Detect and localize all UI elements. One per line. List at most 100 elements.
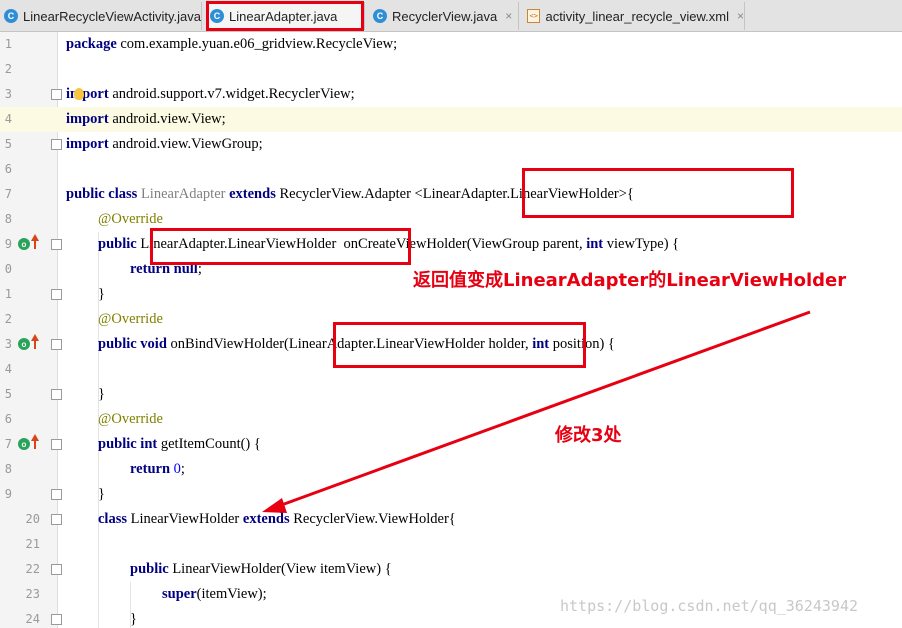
tab-activity-linear-recycle-view-xml[interactable]: <> activity_linear_recycle_view.xml ×: [523, 2, 745, 30]
code-line: 5 }: [0, 382, 902, 407]
tab-label: RecyclerView.java: [392, 8, 498, 24]
code-text: public class LinearAdapter extends Recyc…: [66, 182, 634, 207]
class-file-icon: C: [210, 9, 224, 23]
line-number: 5: [4, 137, 12, 151]
code-line: 21: [0, 532, 902, 557]
keyword: public int: [98, 436, 158, 452]
code-text: import android.view.ViewGroup;: [66, 132, 263, 157]
fold-toggle-icon[interactable]: [51, 489, 62, 500]
code-token: android.view.ViewGroup;: [108, 136, 263, 152]
code-text: }: [130, 611, 137, 627]
code-text: @Override: [98, 307, 163, 332]
keyword: public class: [66, 186, 138, 202]
tab-label: LinearAdapter.java: [229, 8, 338, 24]
code-token: android.support.v7.widget.RecyclerView;: [108, 86, 355, 102]
class-name: LinearAdapter: [137, 186, 230, 202]
keyword: extends: [229, 186, 276, 202]
tab-recycler-view[interactable]: C RecyclerView.java ×: [369, 2, 519, 30]
fold-toggle-icon[interactable]: [51, 389, 62, 400]
current-code-line: 4 import android.view.View;: [0, 107, 902, 132]
line-number: 23: [25, 587, 40, 601]
keyword: return null: [130, 261, 198, 277]
code-line: 9 }: [0, 482, 902, 507]
class-file-icon: C: [373, 9, 387, 23]
fold-toggle-icon[interactable]: [51, 139, 62, 150]
line-number: 4: [4, 362, 12, 376]
code-line: 4: [0, 357, 902, 382]
code-text: public LinearAdapter.LinearViewHolder on…: [98, 232, 679, 257]
keyword: package: [66, 36, 117, 52]
implements-method-icon[interactable]: o: [18, 238, 30, 250]
line-number: 6: [4, 412, 12, 426]
annotation-token: @Override: [98, 311, 163, 327]
class-file-icon: C: [4, 9, 18, 23]
code-line: 7 public class LinearAdapter extends Rec…: [0, 182, 902, 207]
line-number: 4: [4, 112, 12, 126]
keyword: extends: [242, 511, 290, 527]
override-arrow-stem: [34, 441, 36, 449]
close-icon[interactable]: ×: [737, 9, 744, 23]
tab-label: activity_linear_recycle_view.xml: [545, 8, 729, 24]
fold-toggle-icon[interactable]: [51, 564, 62, 575]
fold-toggle-icon[interactable]: [51, 514, 62, 525]
code-token: ;: [197, 261, 202, 277]
code-line: 8 @Override: [0, 207, 902, 232]
watermark: https://blog.csdn.net/qq_36243942: [560, 597, 859, 615]
line-number: 0: [4, 262, 12, 276]
keyword: public void: [98, 336, 167, 352]
tab-label: LinearRecycleViewActivity.java: [23, 8, 201, 24]
code-text: return 0;: [130, 457, 185, 482]
code-text: package com.example.yuan.e06_gridview.Re…: [66, 32, 397, 57]
code-line: 2 @Override: [0, 307, 902, 332]
line-number: 3: [4, 87, 12, 101]
editor-tab-bar: C LinearRecycleViewActivity.java C Linea…: [0, 0, 902, 32]
code-line: 3 import android.support.v7.widget.Recyc…: [0, 82, 902, 107]
close-icon[interactable]: ×: [505, 9, 512, 23]
code-token: LinearViewHolder: [127, 511, 243, 527]
code-line: 5 import android.view.ViewGroup;: [0, 132, 902, 157]
fold-toggle-icon[interactable]: [51, 339, 62, 350]
line-number: 1: [4, 287, 12, 301]
code-line: 6: [0, 157, 902, 182]
code-text: public LinearViewHolder(View itemView) {: [130, 557, 392, 582]
code-text: import android.view.View;: [66, 107, 226, 132]
line-number: 2: [4, 62, 12, 76]
lightbulb-icon[interactable]: [74, 88, 84, 100]
code-text: return null;: [130, 257, 202, 282]
code-token: onBindViewHolder(LinearAdapter.LinearVie…: [166, 336, 533, 352]
annotation-token: @Override: [98, 411, 163, 427]
fold-toggle-icon[interactable]: [51, 239, 62, 250]
fold-toggle-icon[interactable]: [51, 89, 62, 100]
line-number: 20: [25, 512, 40, 526]
fold-toggle-icon[interactable]: [51, 439, 62, 450]
code-text: public int getItemCount() {: [98, 432, 261, 457]
line-number: 24: [25, 612, 40, 626]
override-arrow-stem: [34, 241, 36, 249]
code-text: }: [98, 486, 105, 502]
code-editor[interactable]: 1 package com.example.yuan.e06_gridview.…: [0, 32, 902, 628]
tab-linear-recycle-view-activity[interactable]: C LinearRecycleViewActivity.java: [0, 2, 202, 30]
line-number: 1: [4, 37, 12, 51]
code-token: position) {: [549, 336, 615, 352]
line-number: 6: [4, 162, 12, 176]
code-token: LinearAdapter.LinearViewHolder onCreateV…: [136, 236, 587, 252]
line-number: 8: [4, 212, 12, 226]
override-arrow-icon[interactable]: [31, 334, 39, 341]
code-token: RecyclerView.ViewHolder{: [289, 511, 456, 527]
code-text: super(itemView);: [162, 582, 267, 607]
code-text: }: [98, 286, 105, 302]
keyword: public: [130, 561, 169, 577]
override-arrow-icon[interactable]: [31, 234, 39, 241]
tab-linear-adapter[interactable]: C LinearAdapter.java: [206, 2, 365, 30]
code-token: android.view.View;: [108, 111, 226, 127]
keyword: import: [66, 111, 109, 127]
fold-toggle-icon[interactable]: [51, 289, 62, 300]
code-token: RecyclerView.Adapter <LinearAdapter.Line…: [275, 186, 634, 202]
override-arrow-icon[interactable]: [31, 434, 39, 441]
fold-toggle-icon[interactable]: [51, 614, 62, 625]
xml-file-icon: <>: [527, 9, 541, 23]
code-line: 6 @Override: [0, 407, 902, 432]
implements-method-icon[interactable]: o: [18, 438, 30, 450]
implements-method-icon[interactable]: o: [18, 338, 30, 350]
code-line: 22 public LinearViewHolder(View itemView…: [0, 557, 902, 582]
